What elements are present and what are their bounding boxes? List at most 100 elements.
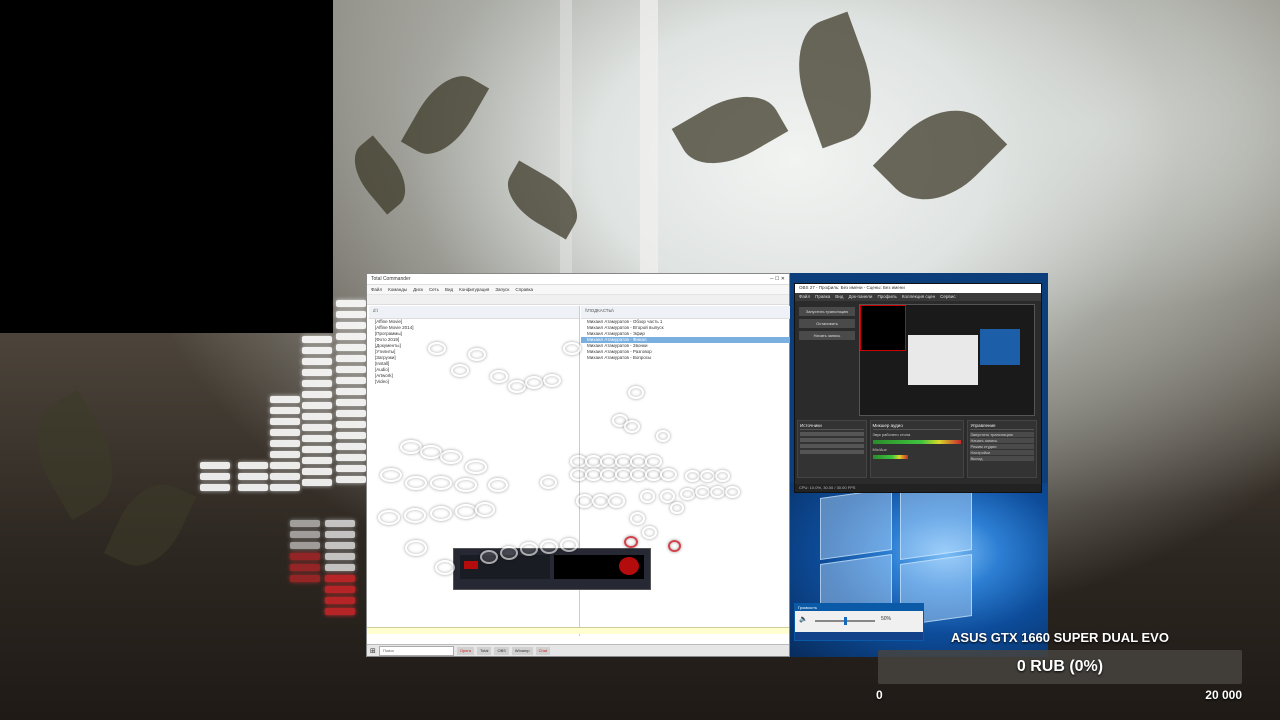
light-reflection <box>465 460 487 474</box>
light-reflection <box>560 538 578 552</box>
goal-max-label: 20 000 <box>1205 688 1242 702</box>
taskbar-app[interactable]: Winamp <box>511 646 533 655</box>
volume-slider[interactable] <box>815 617 875 625</box>
dock-title: Управление <box>970 423 1034 430</box>
volume-percent: 50% <box>881 616 892 622</box>
menu-item[interactable]: Коллекция сцен <box>902 294 935 300</box>
obs-window: OBS 27 - Профиль: Без имени - Сцены: Без… <box>794 283 1042 493</box>
obs-dock: Источники <box>797 420 867 478</box>
taskbar-app[interactable]: Chat <box>535 646 551 655</box>
monitor-right: OBS 27 - Профиль: Без имени - Сцены: Без… <box>790 273 1048 657</box>
taskbar-app[interactable]: Opera <box>456 646 474 655</box>
light-reflection <box>660 490 675 503</box>
window-title: Total Commander <box>371 276 411 282</box>
right-panel-path[interactable]: \\ПОДКАСТЫ\ <box>581 306 791 319</box>
light-reflection <box>405 540 427 556</box>
menu-item[interactable]: Вид <box>835 294 843 300</box>
obs-control[interactable]: Выход <box>970 456 1034 461</box>
light-reflection <box>656 430 670 442</box>
menu-item[interactable]: Правка <box>815 294 830 300</box>
player-indicator <box>464 561 478 569</box>
command-line[interactable] <box>367 627 789 634</box>
donation-goal: ASUS GTX 1660 SUPER DUAL EVO 0 RUB (0%) … <box>870 624 1250 714</box>
light-reflection <box>480 550 498 564</box>
menu-item[interactable]: Сервис <box>940 294 955 300</box>
obs-docks: Источники Микшер аудио Звук рабочего сто… <box>797 420 1037 478</box>
equalizer-lights <box>238 462 268 495</box>
menu-item[interactable]: Справка <box>515 287 533 292</box>
goal-progress-bar: 0 RUB (0%) <box>878 650 1242 684</box>
light-reflection <box>455 478 477 492</box>
obs-control[interactable]: Настройки <box>970 450 1034 455</box>
menu-item[interactable]: Команды <box>388 287 407 292</box>
light-reflection <box>695 486 710 498</box>
start-icon[interactable]: ⊞ <box>370 647 376 655</box>
light-reflection <box>378 510 400 525</box>
light-reflection <box>725 486 740 498</box>
light-reflection <box>563 342 581 355</box>
light-reflection <box>404 508 426 523</box>
light-reflection <box>520 542 538 556</box>
light-reflection <box>508 380 526 393</box>
light-reflection <box>430 476 452 490</box>
light-reflection <box>715 470 730 482</box>
light-reflection <box>440 450 462 464</box>
light-reflection <box>475 502 495 517</box>
light-reflection <box>624 536 638 548</box>
taskbar-search[interactable]: Поиск <box>378 645 454 656</box>
audio-meter <box>872 440 962 444</box>
menu-item[interactable]: Док-панели <box>848 294 872 300</box>
obs-statusbar: CPU: 10.0%, 30.00 / 30.00 FPS <box>795 484 1041 492</box>
left-panel-path[interactable]: d:\ <box>369 306 579 319</box>
light-reflection <box>670 502 684 514</box>
goal-title: ASUS GTX 1660 SUPER DUAL EVO <box>951 630 1169 645</box>
windows-taskbar: ⊞ Поиск Opera Total OBS Winamp Chat <box>367 644 789 656</box>
equalizer-lights <box>270 396 300 495</box>
obs-title: OBS 27 - Профиль: Без имени - Сцены: Без… <box>795 284 1041 293</box>
menu-item[interactable]: Сеть <box>429 287 439 292</box>
menu-item[interactable]: Диск <box>413 287 423 292</box>
light-reflection <box>428 342 446 355</box>
mixer-channel-label: Звук рабочего стола <box>872 432 911 437</box>
light-reflection <box>645 455 662 468</box>
equalizer-lights <box>302 336 332 490</box>
menu-item[interactable]: Файл <box>799 294 810 300</box>
menu-item[interactable]: Файл <box>371 287 382 292</box>
obs-button[interactable]: Остановить <box>799 319 855 328</box>
window-controls[interactable]: ─ ☐ ✕ <box>770 276 785 282</box>
preview-screen <box>980 329 1020 365</box>
light-reflection <box>628 386 644 399</box>
light-reflection <box>500 546 518 560</box>
light-reflection <box>680 488 695 500</box>
light-reflection <box>451 364 469 377</box>
tc-toolbar[interactable] <box>367 295 789 305</box>
file-row[interactable]: Михаил Атамуратов - Вопросы <box>581 355 791 361</box>
obs-button[interactable]: Запустить трансляцию <box>799 307 855 316</box>
goal-amount: 0 RUB (0%) <box>1016 658 1104 675</box>
light-reflection <box>525 376 543 389</box>
obs-control[interactable]: Режим студии <box>970 444 1034 449</box>
volume-knob[interactable] <box>843 617 847 625</box>
taskbar-app[interactable]: OBS <box>494 646 509 655</box>
light-reflection <box>640 490 655 503</box>
black-overlay <box>0 0 333 333</box>
obs-button[interactable]: Начать запись <box>799 331 855 340</box>
speaker-icon[interactable]: 🔈 <box>799 615 808 623</box>
light-reflection <box>608 494 625 508</box>
window-frame <box>560 0 572 300</box>
light-reflection <box>668 540 681 552</box>
menu-item[interactable]: Запуск <box>495 287 509 292</box>
taskbar-app[interactable]: Total <box>477 646 492 655</box>
audio-meter <box>872 455 909 459</box>
volume-title: Громкость <box>795 604 923 611</box>
light-reflection <box>435 560 455 575</box>
obs-preview[interactable] <box>859 304 1035 416</box>
menu-item[interactable]: Профиль <box>877 294 896 300</box>
preview-screen <box>908 335 978 385</box>
obs-control[interactable]: Начать запись <box>970 438 1034 443</box>
menu-item[interactable]: Конфигурация <box>459 287 489 292</box>
player-indicator <box>619 557 639 575</box>
obs-control[interactable]: Запустить трансляцию <box>970 432 1034 437</box>
menu-item[interactable]: Вид <box>445 287 453 292</box>
light-reflection <box>624 420 640 433</box>
